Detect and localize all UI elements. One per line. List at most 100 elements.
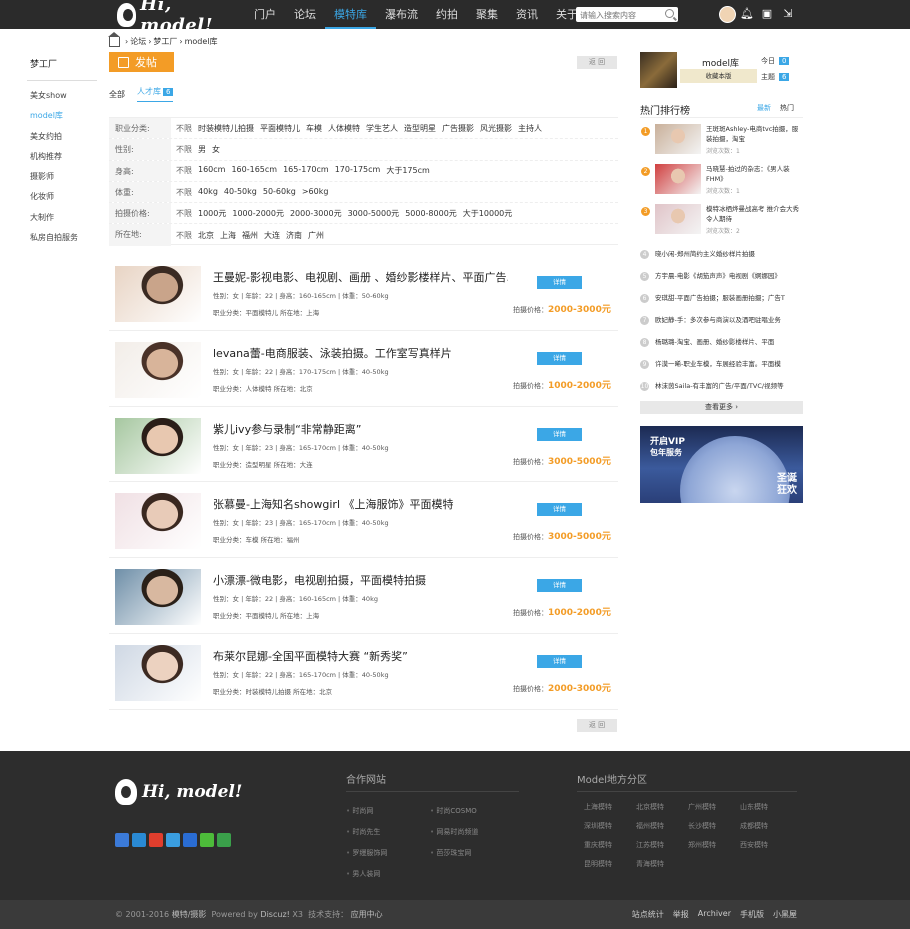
exit-icon[interactable]: ⇲: [782, 7, 794, 20]
filter-option[interactable]: 不限: [176, 230, 192, 241]
model-name[interactable]: 王曼妮-影视电影、电视剧、画册 、婚纱影楼样片、平面广告...: [213, 269, 508, 285]
ranking-item[interactable]: 6 安琪甜-平面广告拍摄；服装画册拍摄；广告T: [640, 292, 803, 304]
sidebar-item-photographer[interactable]: 摄影师: [30, 170, 97, 190]
wechat-share-icon[interactable]: [200, 833, 214, 847]
back-button-bottom[interactable]: 返 回: [577, 719, 617, 732]
search-input[interactable]: [576, 8, 660, 23]
filter-option[interactable]: 1000元: [198, 208, 226, 219]
filter-option[interactable]: 主持人: [518, 123, 542, 134]
city-link[interactable]: 上海模特: [584, 802, 612, 812]
city-link[interactable]: 西安模特: [740, 840, 768, 850]
filter-option[interactable]: 风光摄影: [480, 123, 512, 134]
filter-option[interactable]: 160cm: [198, 165, 225, 176]
qzone-share-icon[interactable]: [132, 833, 146, 847]
calendar-icon[interactable]: ▣: [761, 7, 773, 20]
model-name[interactable]: 紫儿ivy参与录制“非常静距离”: [213, 421, 508, 437]
model-name[interactable]: 布莱尔昆娜-全国平面模特大赛 “新秀奖”: [213, 648, 508, 664]
filter-option[interactable]: 160-165cm: [231, 165, 277, 176]
filter-option[interactable]: 大于10000元: [463, 208, 512, 219]
nav-item-model-library[interactable]: 模特库: [325, 0, 376, 29]
breadcrumb-forum[interactable]: 论坛: [130, 36, 146, 47]
footer-link-archiver[interactable]: Archiver: [698, 909, 731, 920]
user-avatar[interactable]: [719, 6, 736, 23]
site-logo[interactable]: Hi, model!: [117, 0, 237, 36]
filter-option[interactable]: 时装模特儿拍摄: [198, 123, 254, 134]
filter-option[interactable]: 5000-8000元: [405, 208, 457, 219]
partner-link[interactable]: 时尚COSMO: [430, 806, 476, 816]
city-link[interactable]: 深圳模特: [584, 821, 612, 831]
footer-link-report[interactable]: 举报: [673, 909, 689, 920]
city-link[interactable]: 江苏模特: [636, 840, 664, 850]
sidebar-item-beauty-show[interactable]: 美女show: [30, 89, 97, 109]
sidebar-item-private-shoot[interactable]: 私房自拍服务: [30, 231, 97, 251]
city-link[interactable]: 北京模特: [636, 802, 664, 812]
support-link[interactable]: 应用中心: [351, 910, 383, 919]
partner-link[interactable]: 网易时尚频道: [430, 827, 478, 837]
sidebar-item-model-library[interactable]: model库: [30, 109, 97, 129]
filter-option[interactable]: 40kg: [198, 187, 218, 198]
filter-option[interactable]: 不限: [176, 144, 192, 155]
view-more-button[interactable]: 查看更多 ›: [640, 401, 803, 414]
ranking-item[interactable]: 5 方宇晨-电影《胡笳声声》电视剧《婀娜园》: [640, 270, 803, 282]
footer-link-blackroom[interactable]: 小黑屋: [773, 909, 797, 920]
plus-share-icon[interactable]: [115, 833, 129, 847]
model-photo[interactable]: [115, 644, 201, 701]
ranking-item-featured[interactable]: 1 王斑斑Ashley-电商tvc拍摄，服装拍摄，淘宝 浏览次数：1: [640, 124, 803, 164]
partner-link[interactable]: 时尚先生: [346, 827, 380, 837]
tab-all[interactable]: 全部: [109, 89, 125, 100]
city-link[interactable]: 郑州模特: [688, 840, 716, 850]
model-name[interactable]: 小漂漂-微电影，电视剧拍摄，平面模特拍摄: [213, 572, 508, 588]
nav-item-booking[interactable]: 约拍: [427, 0, 467, 29]
vip-banner-ad[interactable]: 开启VIP 包年服务 圣诞 狂欢: [640, 426, 803, 503]
favorite-forum-button[interactable]: 收藏本版: [680, 69, 757, 83]
ranking-item[interactable]: 10 林沫茵Saila-有丰富的广告/平面/TVC/视频等: [640, 380, 803, 392]
tab-latest[interactable]: 最新: [757, 103, 771, 118]
filter-option[interactable]: 不限: [176, 165, 192, 176]
city-link[interactable]: 重庆模特: [584, 840, 612, 850]
city-link[interactable]: 山东模特: [740, 802, 768, 812]
new-post-button[interactable]: 发帖: [109, 52, 174, 72]
filter-option[interactable]: 165-170cm: [283, 165, 329, 176]
ranking-item[interactable]: 4 晓小闲-郑州简约主义婚纱样片拍摄: [640, 248, 803, 260]
sidebar-item-production[interactable]: 大制作: [30, 211, 97, 231]
filter-option[interactable]: 不限: [176, 123, 192, 134]
model-name[interactable]: 张慕曼-上海知名showgirl 《上海服饰》平面模特: [213, 496, 508, 512]
tencent-weibo-share-icon[interactable]: [166, 833, 180, 847]
breadcrumb-model-library[interactable]: model库: [185, 36, 218, 47]
discuz-link[interactable]: Discuz!: [260, 910, 289, 919]
detail-button[interactable]: 详情: [537, 427, 582, 441]
partner-link[interactable]: 芭莎珠宝网: [430, 848, 471, 858]
filter-option[interactable]: 女: [212, 144, 220, 155]
city-link[interactable]: 福州模特: [636, 821, 664, 831]
bell-icon[interactable]: 🔔︎: [740, 7, 754, 20]
back-button-top[interactable]: 返 回: [577, 56, 617, 69]
filter-option[interactable]: >60kg: [302, 187, 329, 198]
filter-option[interactable]: 人体模特: [328, 123, 360, 134]
detail-button[interactable]: 详情: [537, 276, 582, 289]
weibo-share-icon[interactable]: [149, 833, 163, 847]
nav-item-waterfall[interactable]: 瀑布流: [376, 0, 427, 29]
model-name[interactable]: levana蕾-电商服装、泳装拍摄。工作室写真样片: [213, 345, 508, 361]
filter-option[interactable]: 广告摄影: [442, 123, 474, 134]
city-link[interactable]: 广州模特: [688, 802, 716, 812]
search-icon[interactable]: [665, 9, 674, 18]
detail-button[interactable]: 详情: [537, 654, 582, 668]
city-link[interactable]: 长沙模特: [688, 821, 716, 831]
filter-option[interactable]: 学生艺人: [366, 123, 398, 134]
filter-option[interactable]: 不限: [176, 208, 192, 219]
partner-link[interactable]: 男人装网: [346, 869, 380, 879]
city-link[interactable]: 成都模特: [740, 821, 768, 831]
ranking-item[interactable]: 8 杨璐璐-淘宝、画册、婚纱影楼样片、平面: [640, 336, 803, 348]
filter-option[interactable]: 男: [198, 144, 206, 155]
partner-link[interactable]: 罗缦服饰网: [346, 848, 387, 858]
filter-option[interactable]: 上海: [220, 230, 236, 241]
detail-button[interactable]: 详情: [537, 351, 582, 365]
ranking-item[interactable]: 7 欧妃静-手：多次参与商演以及酒吧驻唱业务: [640, 314, 803, 326]
model-photo[interactable]: [115, 569, 201, 626]
filter-option[interactable]: 北京: [198, 230, 214, 241]
filter-option[interactable]: 40-50kg: [224, 187, 257, 198]
ranking-item-featured[interactable]: 2 马晓慧-拍过的杂志：《男人装FHM》 浏览次数：1: [640, 164, 803, 204]
tab-talent[interactable]: 人才库 6: [137, 86, 174, 102]
nav-item-gathering[interactable]: 聚集: [467, 0, 507, 29]
filter-option[interactable]: 大连: [264, 230, 280, 241]
